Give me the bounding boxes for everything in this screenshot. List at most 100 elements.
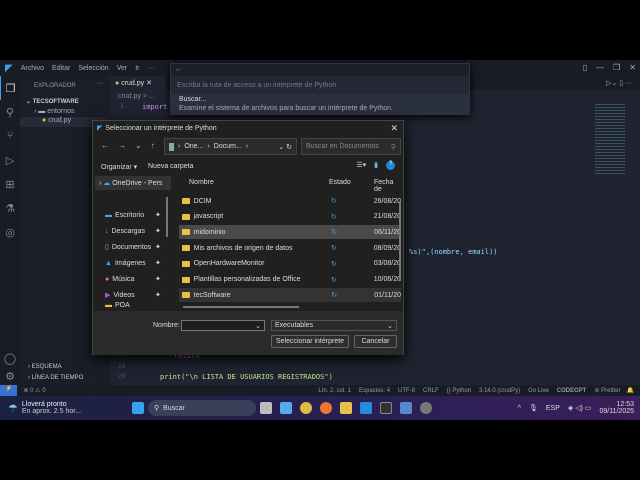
nav-escritorio[interactable]: ▬ Escritorio ✦ (105, 208, 161, 222)
recent-chevron-icon[interactable]: ⌄ (135, 141, 142, 150)
taskbar-search[interactable]: ⚲ Buscar (148, 400, 256, 416)
menu-more[interactable]: ··· (148, 65, 155, 72)
go-live-button[interactable]: Go Live (528, 388, 549, 394)
file-row[interactable]: midominio ↻ 06/11/20 (179, 225, 401, 240)
mic-icon[interactable]: 🎙 (529, 404, 538, 412)
dialog-close-icon[interactable]: ✕ (390, 123, 398, 134)
file-scrollbar[interactable] (399, 201, 401, 281)
encoding[interactable]: UTF-8 (398, 388, 415, 394)
wifi-volume-battery-icon[interactable]: ◈ ◁) ▭ (568, 404, 592, 412)
breadcrumb[interactable]: crud.py > ... (118, 93, 155, 100)
nav-poa[interactable]: ▬ POA (105, 301, 130, 309)
prettier-button[interactable]: ⊘ Prettier (594, 387, 620, 394)
line-ending[interactable]: CRLF (423, 388, 439, 394)
code-line[interactable]: %s)",(nombre, email)) (409, 248, 498, 256)
terminal-icon[interactable] (380, 402, 392, 414)
weather-widget[interactable]: ☂ Lloverá pronto En aprox. 2.5 hor... (8, 401, 118, 415)
file-row[interactable]: DCIM ↻ 26/08/20 (179, 194, 401, 208)
help-icon[interactable]: ? (386, 161, 395, 170)
task-view-icon[interactable] (260, 402, 272, 414)
nav-imagenes[interactable]: ▲ Imágenes ✦ (105, 256, 161, 270)
remote-icon[interactable]: ◎ (0, 220, 20, 244)
language-mode[interactable]: {} Python (447, 388, 471, 394)
explorer-more-button[interactable]: ··· (96, 80, 103, 87)
menu-editar[interactable]: Editar (52, 65, 70, 72)
file-row[interactable]: Plantillas personalizadas de Office ↻ 10/0… (179, 273, 401, 287)
minimize-icon[interactable]: — (596, 63, 604, 72)
firefox-icon[interactable] (320, 402, 332, 414)
minimap[interactable] (595, 104, 625, 174)
code-line[interactable]: print("\n LISTA DE USUARIOS REGISTRADOS"… (160, 373, 333, 381)
tab-crud-py[interactable]: ● crud.py ✕ (110, 76, 166, 90)
github-desktop-icon[interactable] (420, 402, 432, 414)
copilot-icon[interactable] (280, 402, 292, 414)
column-date[interactable]: Fecha de (374, 179, 403, 193)
nav-descargas[interactable]: ↓ Descargas ✦ (105, 224, 161, 238)
start-icon[interactable] (132, 402, 144, 414)
search-input[interactable]: Buscar en Documentos ⚲ (301, 138, 401, 155)
nav-scrollbar[interactable] (166, 197, 168, 237)
remote-indicator[interactable]: ⚡ (0, 385, 18, 396)
tab-close-icon[interactable]: ✕ (146, 80, 152, 87)
up-icon[interactable]: ↑ (151, 141, 155, 150)
extensions-icon[interactable]: ⊞ (0, 172, 20, 196)
network-app-icon[interactable] (400, 402, 412, 414)
file-row[interactable]: tecSoftware ↻ 01/11/20 (179, 288, 401, 303)
menu-ver[interactable]: Ver (117, 65, 128, 72)
horizontal-scrollbar[interactable] (183, 306, 299, 308)
refresh-icon[interactable]: ⌄ ↻ (278, 143, 292, 151)
nav-documentos[interactable]: ▯ Documentos ✦ (105, 240, 161, 254)
source-control-icon[interactable]: ⑂ (0, 124, 20, 148)
interpreter-path-input[interactable]: Escriba la ruta de acceso a un intérpret… (177, 82, 338, 89)
language-indicator[interactable]: ESP (546, 405, 560, 412)
chrome-icon[interactable] (300, 402, 312, 414)
restore-icon[interactable]: ❐ (613, 63, 620, 72)
clock[interactable]: 12:53 09/11/2025 (599, 401, 634, 415)
run-debug-icon[interactable]: ▷ (0, 148, 20, 172)
filename-input[interactable]: ⌄ (181, 320, 265, 331)
select-interpreter-button[interactable]: Seleccionar intérprete (271, 335, 349, 348)
outline-section[interactable]: › ESQUEMA (28, 364, 62, 370)
close-icon[interactable]: ✕ (629, 63, 636, 72)
file-explorer-icon[interactable] (340, 402, 352, 414)
column-status[interactable]: Estado (329, 179, 351, 186)
notifications-icon[interactable]: 🔔 (627, 387, 634, 394)
nav-onedrive[interactable]: › ☁ OneDrive - Pers (95, 176, 171, 190)
preview-pane-icon[interactable]: ▮ (374, 161, 378, 170)
explorer-icon[interactable]: ❐ (0, 76, 20, 100)
view-menu-icon[interactable]: ☰▾ (356, 161, 366, 170)
address-bar[interactable]: › One... › Docum... › ⌄ ↻ (164, 138, 297, 155)
timeline-section[interactable]: › LÍNEA DE TIEMPO (28, 375, 83, 381)
file-row[interactable]: OpenHardwareMonitor ↻ 03/08/20 (179, 257, 401, 271)
new-folder-button[interactable]: Nueva carpeta (148, 163, 194, 170)
editor-actions[interactable]: ▷⌄ ▯ ··· (606, 79, 632, 87)
palette-item-browse[interactable]: Buscar... Examine el sistema de archivos… (171, 94, 469, 114)
indentation[interactable]: Espacios: 4 (359, 388, 390, 394)
cancel-button[interactable]: Cancelar (354, 335, 397, 348)
project-folder[interactable]: ⌄ TECSOFTWARE (26, 98, 79, 105)
vscode-taskbar-icon[interactable] (360, 402, 372, 414)
nav-videos[interactable]: ▶ Videos ✦ (105, 288, 161, 302)
organize-button[interactable]: Organizar ▾ (101, 163, 137, 171)
code-line[interactable]: import (142, 103, 167, 111)
cursor-position[interactable]: Lín. 2, col. 1 (318, 388, 351, 394)
tray-chevron-icon[interactable]: ^ (518, 405, 521, 412)
testing-icon[interactable]: ⚗ (0, 196, 20, 220)
codegpt-button[interactable]: CODEGPT (557, 388, 587, 394)
nav-musica[interactable]: ● Música ✦ (105, 272, 161, 286)
tree-item-entornos[interactable]: › ▬ entornos (34, 108, 74, 115)
menu-seleccion[interactable]: Selección (78, 65, 108, 72)
breadcrumb-item[interactable]: One... (184, 143, 203, 150)
file-type-select[interactable]: Executables ⌄ (271, 320, 397, 331)
search-icon[interactable]: ⚲ (0, 100, 20, 124)
menu-archivo[interactable]: Archivo (21, 65, 44, 72)
back-icon[interactable]: ← (171, 64, 469, 76)
file-row[interactable]: javascript ↻ 21/08/20 (179, 210, 401, 224)
problems-indicator[interactable]: ⊗ 0 ⚠ 0 (23, 387, 45, 394)
menu-ir[interactable]: Ir (135, 65, 139, 72)
layout-icon[interactable]: ▯ (583, 63, 587, 72)
file-row[interactable]: Mis archivos de origen de datos ↻ 08/09/20 (179, 241, 401, 255)
python-interpreter[interactable]: 3.14.0 (crudPy) (479, 388, 520, 394)
column-name[interactable]: Nombre (189, 179, 214, 186)
back-icon[interactable]: ← (101, 141, 109, 150)
